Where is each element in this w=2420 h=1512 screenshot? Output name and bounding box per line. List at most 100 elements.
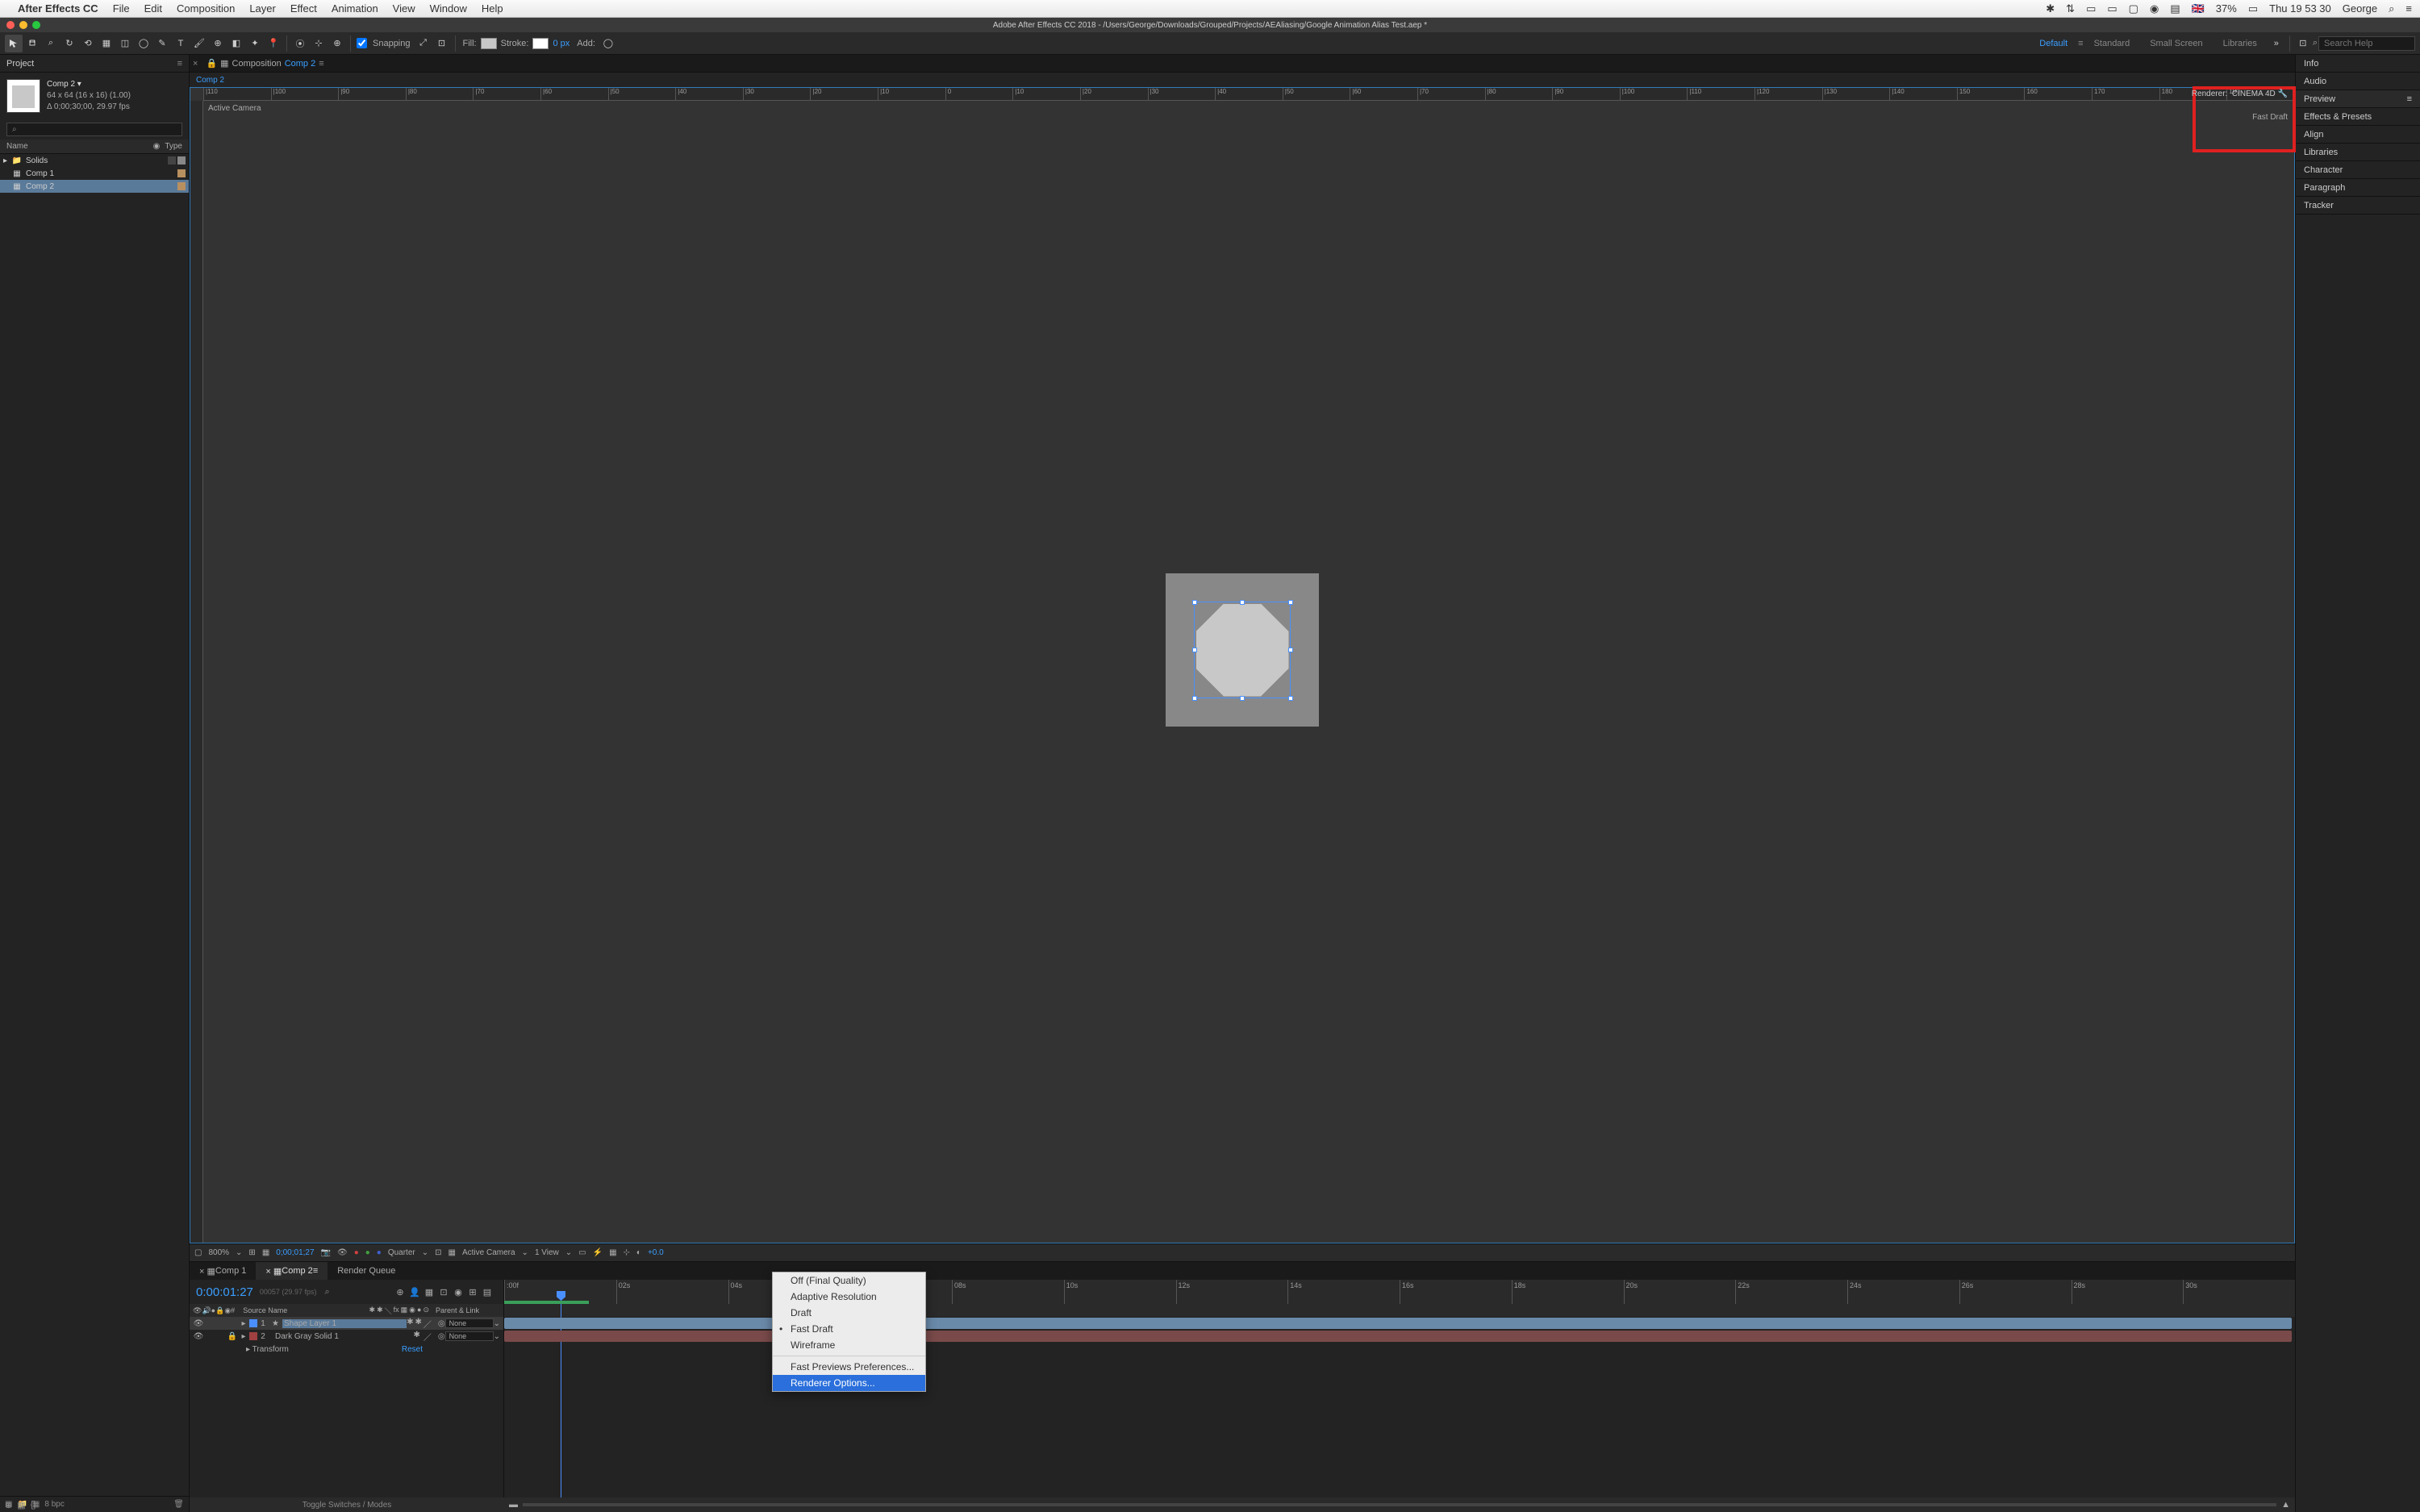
breadcrumb[interactable]: Comp 2 <box>196 76 224 85</box>
comp-tab-menu-icon[interactable]: ≡ <box>319 59 323 69</box>
tl-opt5-icon[interactable]: ⊞ <box>466 1287 479 1297</box>
tl-opt3-icon[interactable]: ⊡ <box>437 1287 450 1297</box>
channel-icon[interactable]: ● <box>354 1248 359 1257</box>
source-name-header[interactable]: Source Name <box>243 1306 287 1314</box>
panel-info[interactable]: Info <box>2296 55 2420 73</box>
comp-canvas[interactable] <box>1166 573 1319 727</box>
brush-tool[interactable]: 🖌 <box>190 35 208 52</box>
menu-effect[interactable]: Effect <box>290 2 317 15</box>
app-menu[interactable]: After Effects CC <box>18 2 98 15</box>
panel-preview[interactable]: Preview≡ <box>2296 90 2420 108</box>
user[interactable]: George <box>2343 2 2377 15</box>
col-name[interactable]: Name <box>6 142 153 151</box>
tl-tab-comp2[interactable]: × ▦ Comp 2 ≡ <box>256 1262 328 1280</box>
puppet-tool[interactable]: 📍 <box>265 35 282 52</box>
help-search[interactable] <box>2318 36 2415 51</box>
menu-window[interactable]: Window <box>430 2 467 15</box>
tl-tab-renderqueue[interactable]: Render Queue <box>328 1262 405 1280</box>
current-time[interactable]: 0;00;01;27 <box>276 1248 314 1257</box>
display2-icon[interactable]: ▭ <box>2107 2 2117 15</box>
maximize-window[interactable] <box>32 21 40 29</box>
snap-opt-icon[interactable]: ⤢ <box>415 35 432 52</box>
tl-opt1-icon[interactable]: ⊕ <box>394 1287 407 1297</box>
project-item-comp2[interactable]: ▦ Comp 2 <box>0 180 189 193</box>
orbit-tool[interactable]: ↻ <box>60 35 78 52</box>
menu-view[interactable]: View <box>393 2 415 15</box>
display-icon[interactable]: ▭ <box>2086 2 2096 15</box>
airplay-icon[interactable]: ▢ <box>2129 2 2138 15</box>
zoom-out-icon[interactable]: ▬ <box>509 1500 518 1510</box>
transparency-icon[interactable]: ▦ <box>449 1248 456 1257</box>
menu-file[interactable]: File <box>113 2 130 15</box>
tl-opt4-icon[interactable]: ◉ <box>452 1287 465 1297</box>
composition-viewer[interactable]: |110|100|90|80|70|60|50|40|30|20|100|10|… <box>190 87 2295 1243</box>
menu-fast-draft[interactable]: Fast Draft <box>773 1321 925 1337</box>
workspace-libraries[interactable]: Libraries <box>2223 39 2257 48</box>
stroke-width[interactable]: 0 px <box>553 39 570 48</box>
hand-tool[interactable] <box>23 35 41 52</box>
snapshot-icon[interactable]: 📷 <box>321 1248 331 1257</box>
work-area[interactable] <box>504 1301 589 1304</box>
transform-reset[interactable]: Reset <box>402 1345 423 1354</box>
minimize-window[interactable] <box>19 21 27 29</box>
dropbox-icon[interactable]: ⇅ <box>2066 2 2075 15</box>
resolution-dd[interactable]: Quarter <box>388 1248 415 1257</box>
menu-wireframe[interactable]: Wireframe <box>773 1337 925 1353</box>
camera-tool[interactable]: ▦ <box>98 35 115 52</box>
panel-character[interactable]: Character <box>2296 161 2420 179</box>
exposure-value[interactable]: +0.0 <box>648 1248 664 1257</box>
timeline-search-icon[interactable]: ⌕ <box>324 1287 329 1297</box>
tl-footer-icon3[interactable]: {} <box>31 1500 36 1510</box>
menu-adaptive[interactable]: Adaptive Resolution <box>773 1289 925 1305</box>
tl-footer-icon2[interactable]: ▦ <box>17 1500 25 1510</box>
pan-behind-tool[interactable]: ◫ <box>116 35 134 52</box>
grid-icon[interactable]: ▦ <box>262 1248 269 1257</box>
col-type[interactable]: Type <box>165 142 182 151</box>
layer-row-1[interactable]: 👁 ▸ 1 ★ Shape Layer 1 ✱✱／ ◎ None⌄ <box>190 1317 503 1330</box>
axis-view-icon[interactable]: ⊕ <box>328 35 346 52</box>
close-tab-icon[interactable]: × <box>193 59 198 69</box>
menu-composition[interactable]: Composition <box>177 2 235 15</box>
menu-extra-icon[interactable]: ≡ <box>2405 2 2412 15</box>
panel-menu-icon[interactable]: ≡ <box>177 59 182 69</box>
show-snapshot-icon[interactable]: 👁 <box>337 1248 348 1257</box>
menu-help[interactable]: Help <box>482 2 503 15</box>
workspace-small[interactable]: Small Screen <box>2150 39 2202 48</box>
workspace-overflow-icon[interactable]: » <box>2268 35 2285 52</box>
add-menu-icon[interactable]: ◯ <box>599 35 617 52</box>
flag-icon[interactable]: 🇬🇧 <box>2192 2 2205 15</box>
roto-tool[interactable]: ✦ <box>246 35 264 52</box>
selection-tool[interactable] <box>5 35 23 52</box>
pen-tool[interactable]: ✎ <box>153 35 171 52</box>
parent-dropdown[interactable]: None <box>445 1318 494 1328</box>
sync-icon[interactable]: ⊡ <box>2294 35 2312 52</box>
transform-row[interactable]: ▸ Transform Reset <box>190 1343 503 1356</box>
mag-ratio-icon[interactable]: ▢ <box>194 1248 202 1257</box>
project-panel-header[interactable]: Project ≡ <box>0 55 189 73</box>
comp-tab-link[interactable]: Comp 2 <box>285 59 316 69</box>
panel-effects[interactable]: Effects & Presets <box>2296 108 2420 126</box>
project-search[interactable]: ⌕ <box>6 123 182 136</box>
wifi-icon[interactable]: ◉ <box>2150 2 2159 15</box>
pixel-aspect-icon[interactable]: ▭ <box>578 1248 586 1257</box>
menu-layer[interactable]: Layer <box>249 2 276 15</box>
workspace-default[interactable]: Default <box>2039 39 2067 48</box>
menu-off[interactable]: Off (Final Quality) <box>773 1272 925 1289</box>
volume-icon[interactable]: ▤ <box>2170 2 2180 15</box>
zoom-slider[interactable] <box>523 1503 2276 1506</box>
shape-layer[interactable] <box>1196 604 1289 697</box>
parent-dropdown[interactable]: None <box>445 1331 494 1341</box>
menu-prefs[interactable]: Fast Previews Preferences... <box>773 1359 925 1375</box>
rectangle-tool[interactable]: ◯ <box>135 35 152 52</box>
lock-icon[interactable]: 🔒 <box>206 58 217 69</box>
menu-edit[interactable]: Edit <box>144 2 162 15</box>
layer-row-2[interactable]: 👁🔒 ▸ 2 Dark Gray Solid 1 ✱／ ◎ None⌄ <box>190 1330 503 1343</box>
camera-dd[interactable]: Active Camera <box>462 1248 515 1257</box>
zoom-in-icon[interactable]: ▲ <box>2281 1500 2290 1510</box>
panel-align[interactable]: Align <box>2296 126 2420 144</box>
snapping-checkbox[interactable] <box>357 38 367 48</box>
shy-icon[interactable]: 👤 <box>408 1287 421 1297</box>
panel-audio[interactable]: Audio <box>2296 73 2420 90</box>
axis-local-icon[interactable]: ⦿ <box>291 35 309 52</box>
zoom-level[interactable]: 800% <box>208 1248 229 1257</box>
